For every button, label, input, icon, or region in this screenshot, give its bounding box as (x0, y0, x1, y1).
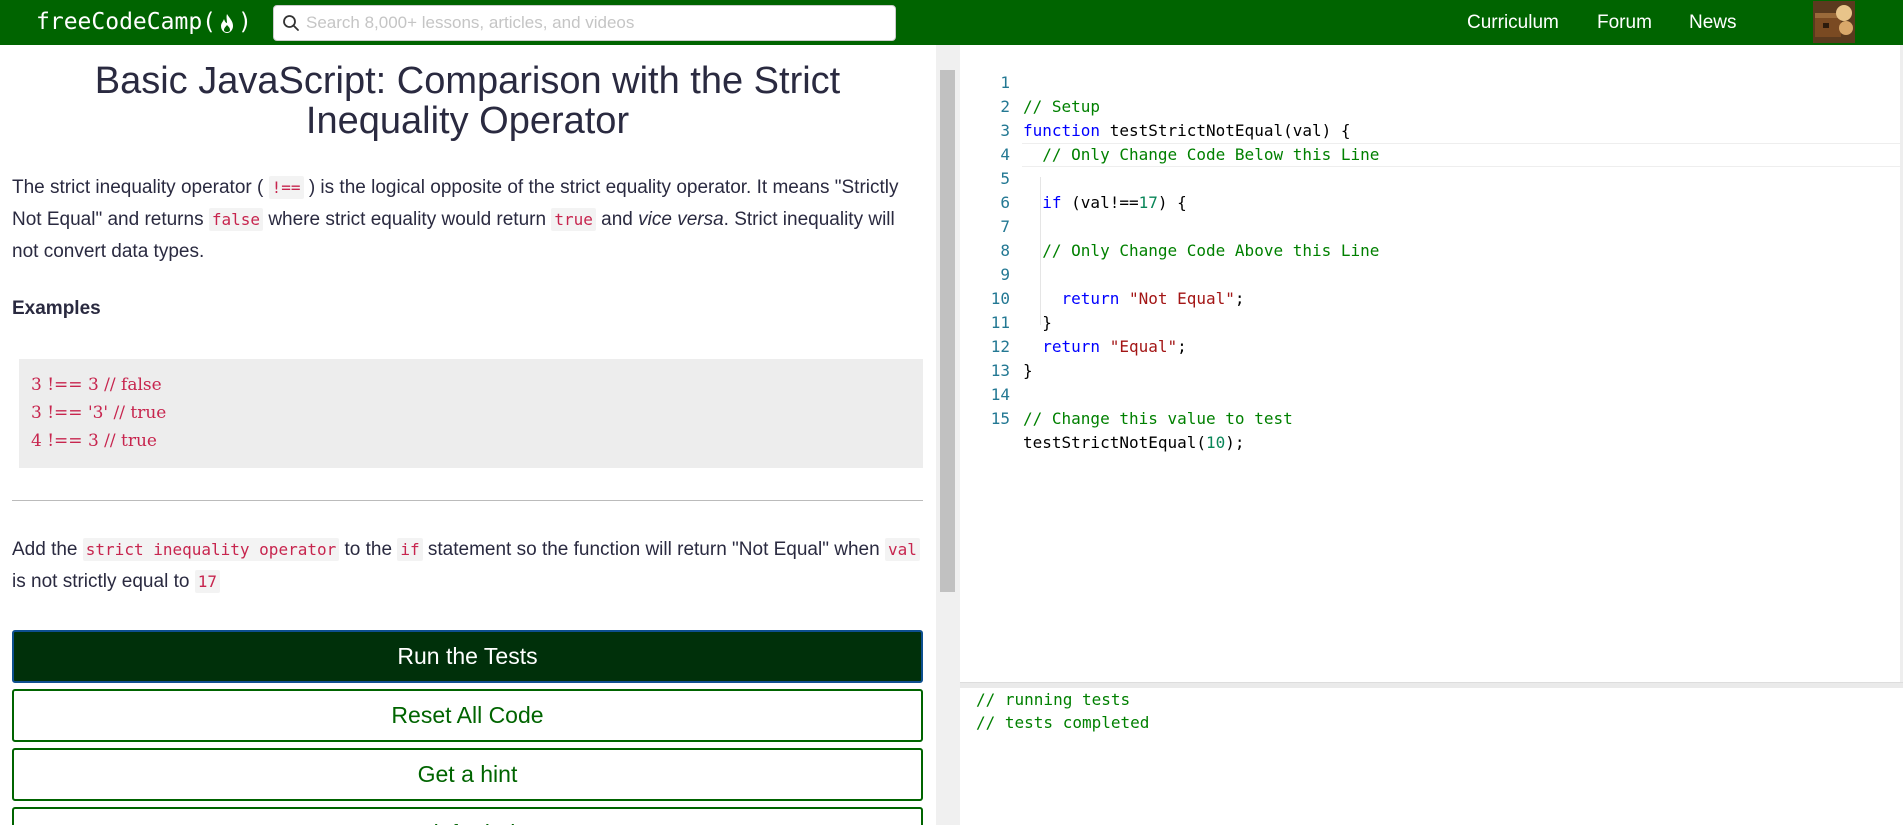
challenge-description-pane: Basic JavaScript: Comparison with the St… (0, 45, 936, 825)
description-text: The strict inequality operator ( (12, 177, 264, 198)
scrollbar-thumb[interactable] (940, 70, 955, 592)
example-line: 4 !== 3 // true (31, 431, 157, 451)
inline-code: false (208, 208, 264, 231)
output-console: // running tests // tests completed (960, 688, 1903, 825)
navbar: freeCodeCamp( ) Curriculum Forum News (0, 0, 1903, 45)
run-tests-button[interactable]: Run the Tests (12, 630, 923, 683)
code-line: 12 } (960, 311, 1903, 380)
code-line: 2 function testStrictNotEqual(val) { (960, 71, 1903, 140)
console-line: // running tests (976, 690, 1131, 709)
code-text: ); (1225, 433, 1245, 452)
code-line: 5 if (val!==17) { (960, 143, 1903, 212)
code-line: 13 (960, 335, 1903, 380)
challenge-instructions: Add the strict inequality operator to th… (12, 534, 922, 598)
logo-text-close: ) (238, 9, 252, 35)
code-line: 10 } (960, 263, 1903, 332)
nav-link-forum[interactable]: Forum (1597, 12, 1652, 34)
inline-code: 17 (194, 570, 220, 593)
code-line: 7 // Only Change Code Above this Line (960, 191, 1903, 260)
flame-icon (216, 11, 238, 33)
code-line: 15 testStrictNotEqual(10); (960, 383, 1903, 452)
get-hint-button[interactable]: Get a hint (12, 748, 923, 801)
search-bar[interactable] (273, 5, 896, 41)
example-line: 3 !== '3' // true (31, 403, 167, 423)
inline-code: if (397, 538, 423, 561)
code-line: 9 return "Not Equal"; (960, 239, 1903, 308)
examples-heading: Examples (12, 298, 101, 319)
code-line: 14 // Change this value to test (960, 359, 1903, 428)
freecodecamp-logo[interactable]: freeCodeCamp( ) (36, 7, 252, 37)
code-line: 8 (960, 215, 1903, 260)
description-text: and (601, 209, 633, 230)
user-avatar[interactable] (1813, 1, 1855, 43)
code-editor[interactable]: 1 // Setup 2 function testStrictNotEqual… (960, 45, 1903, 682)
emphasis-text: vice versa (638, 209, 724, 230)
divider (12, 500, 923, 501)
inline-code: !== (268, 176, 304, 199)
ask-for-help-button[interactable]: Ask for help (12, 807, 923, 825)
code-line: 4 (960, 119, 1903, 164)
console-line: // tests completed (976, 713, 1150, 732)
code-number: 10 (1206, 433, 1226, 452)
nav-link-curriculum[interactable]: Curriculum (1467, 12, 1559, 34)
line-number: 15 (990, 409, 1010, 428)
instructions-text: statement so the function will return "N… (427, 539, 880, 560)
code-line: 11 return "Equal"; (960, 287, 1903, 356)
code-line: 1 // Setup (960, 47, 1903, 116)
description-text: where strict equality would return (268, 209, 547, 230)
instructions-text: to the (344, 539, 393, 560)
code-text: testStrictNotEqual( (1023, 433, 1207, 452)
code-line: 6 (960, 167, 1903, 212)
examples-code-block: 3 !== 3 // false 3 !== '3' // true 4 !==… (19, 359, 923, 468)
challenge-description: The strict inequality operator ( !== ) i… (12, 172, 922, 268)
reset-code-button[interactable]: Reset All Code (12, 689, 923, 742)
logo-text: freeCodeCamp( (36, 9, 217, 35)
inline-code: true (551, 208, 596, 231)
inline-code: strict inequality operator (82, 538, 340, 561)
search-input[interactable] (306, 13, 886, 33)
search-icon (282, 14, 300, 32)
example-line: 3 !== 3 // false (31, 375, 162, 395)
instructions-text: Add the (12, 539, 78, 560)
nav-link-news[interactable]: News (1689, 12, 1737, 34)
instructions-text: is not strictly equal to (12, 571, 190, 592)
code-comment: // Change this value to test (1023, 409, 1293, 428)
code-line: 3 // Only Change Code Below this Line (960, 95, 1903, 164)
challenge-title: Basic JavaScript: Comparison with the St… (94, 60, 841, 142)
inline-code: val (884, 538, 920, 561)
